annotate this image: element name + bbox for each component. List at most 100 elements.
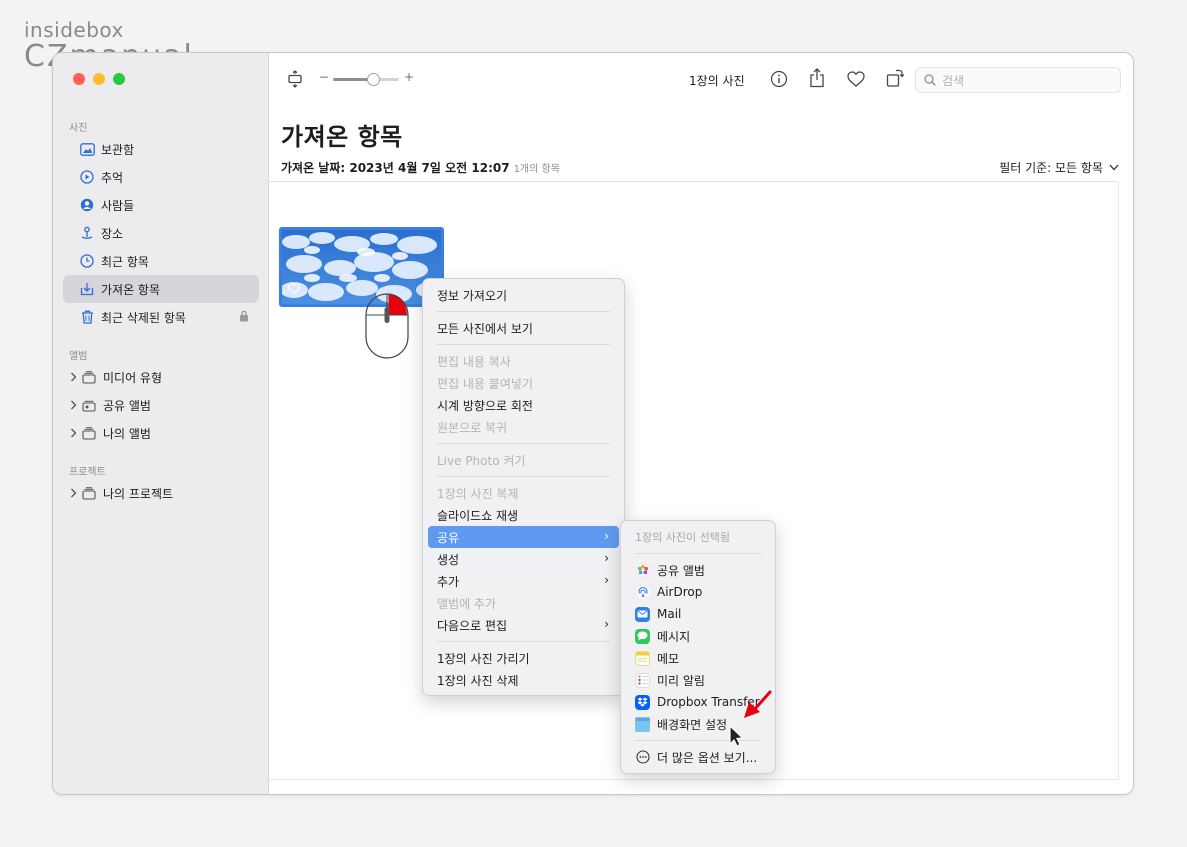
wallpaper-icon [635,716,650,732]
menu-item-rotate-clockwise[interactable]: 시계 방향으로 회전 [428,394,619,416]
share-item-mail[interactable]: Mail [626,603,772,625]
mail-icon [635,606,650,622]
heart-icon[interactable] [846,69,866,89]
mouse-right-click-illustration [313,291,413,367]
menu-item-create[interactable]: 생성 › [428,548,619,570]
menu-separator [635,553,761,554]
more-options-icon [635,750,650,765]
close-button[interactable] [73,73,85,85]
filter-button[interactable]: 필터 기준: 모든 항목 [999,159,1119,176]
sidebar-group-my-projects[interactable]: 나의 프로젝트 [63,479,259,507]
notes-icon [635,650,650,666]
menu-item-edit-with[interactable]: 다음으로 편집 › [428,614,619,636]
menu-item-hide-photo[interactable]: 1장의 사진 가리기 [428,647,619,669]
favorite-heart-icon[interactable] [288,283,300,294]
menu-item-delete-photo[interactable]: 1장의 사진 삭제 [428,669,619,691]
sidebar-item-label: 보관함 [101,142,135,157]
sidebar-item-label: 장소 [101,226,124,241]
submenu-header: 1장의 사진이 선택됨 [626,526,772,548]
menu-separator [437,344,610,345]
chevron-right-icon[interactable] [67,372,79,382]
filter-label: 필터 기준: 모든 항목 [999,161,1103,175]
sidebar-item-label: 나의 앨범 [103,426,151,441]
search-placeholder: 검색 [942,73,965,88]
share-item-messages[interactable]: 메시지 [626,625,772,647]
menu-item-label: 시계 방향으로 회전 [437,398,533,413]
import-date-text: 가져온 날짜: 2023년 4월 7일 오전 12:07 [281,161,510,175]
chevron-right-icon: › [604,573,609,587]
sidebar-item-label: 최근 삭제된 항목 [101,310,186,325]
share-item-label: Mail [657,607,682,621]
recents-icon [79,253,95,269]
menu-item-paste-edits: 편집 내용 붙여넣기 [428,372,619,394]
chevron-right-icon[interactable] [67,428,79,438]
sidebar-item-label: 최근 항목 [101,254,149,269]
sidebar-item-label: 사람들 [101,198,135,213]
chevron-right-icon: › [604,551,609,565]
sidebar-item-library[interactable]: 보관함 [63,135,259,163]
menu-separator [437,641,610,642]
menu-item-label: 추가 [437,574,460,589]
toolbar: − + 1장의 사진 검색 [269,53,1133,105]
item-count: 1개의 항목 [513,164,560,175]
reminders-icon [635,672,650,688]
sidebar-group-shared-albums[interactable]: 공유 앨범 [63,391,259,419]
chevron-right-icon[interactable] [67,400,79,410]
zoom-window-button[interactable] [113,73,125,85]
menu-item-label: 1장의 사진 삭제 [437,673,519,688]
share-icon[interactable] [807,67,827,89]
chevron-right-icon[interactable] [67,488,79,498]
zoom-minus[interactable]: − [319,70,329,84]
menu-item-label: 슬라이드쇼 재생 [437,508,519,523]
minimize-button[interactable] [93,73,105,85]
zoom-slider[interactable] [333,73,399,86]
sidebar-item-recently-deleted[interactable]: 최근 삭제된 항목 [63,303,259,331]
aspect-toggle-icon[interactable] [285,69,305,89]
share-item-shared-album[interactable]: 공유 앨범 [626,559,772,581]
info-icon[interactable] [769,69,789,89]
rotate-icon[interactable] [885,67,905,89]
imports-icon [79,281,95,297]
menu-separator [437,311,610,312]
zoom-plus[interactable]: + [404,70,414,84]
menu-item-label: 1장의 사진 가리기 [437,651,530,666]
sidebar-item-places[interactable]: 장소 [63,219,259,247]
sidebar-item-imports[interactable]: 가져온 항목 [63,275,259,303]
sidebar-item-memories[interactable]: 추억 [63,163,259,191]
sidebar-item-label: 가져온 항목 [101,282,161,297]
sidebar-group-media-types[interactable]: 미디어 유형 [63,363,259,391]
menu-item-add-to-album: 앨범에 추가 [428,592,619,614]
menu-item-add[interactable]: 추가 › [428,570,619,592]
menu-item-get-info[interactable]: 정보 가져오기 [428,284,619,306]
sidebar-group-my-albums[interactable]: 나의 앨범 [63,419,259,447]
shared-album-stack-icon [81,397,97,413]
sidebar-item-label: 추억 [101,170,124,185]
share-item-label: AirDrop [657,585,703,599]
chevron-right-icon: › [604,617,609,631]
header-divider [269,181,1119,182]
zoom-slider-knob[interactable] [366,73,380,86]
import-info-row: 가져온 날짜: 2023년 4월 7일 오전 12:07 1개의 항목 필터 기준… [281,157,1119,177]
menu-item-label: 원본으로 복귀 [437,420,508,435]
share-item-notes[interactable]: 메모 [626,647,772,669]
messages-icon [635,628,650,644]
menu-item-label: 다음으로 편집 [437,618,508,633]
share-item-label: 미리 알림 [657,673,705,688]
dropbox-icon [635,694,650,710]
search-field[interactable]: 검색 [915,67,1121,93]
grid-right-border [1118,181,1119,779]
menu-item-label: 편집 내용 복사 [437,354,511,369]
library-icon [79,141,95,157]
sidebar-item-recents[interactable]: 최근 항목 [63,247,259,275]
chevron-right-icon: › [604,529,609,543]
menu-item-show-in-all-photos[interactable]: 모든 사진에서 보기 [428,317,619,339]
menu-item-share[interactable]: 공유 › [428,526,619,548]
search-icon [924,74,936,86]
page-title: 가져온 항목 [281,123,403,151]
menu-item-slideshow[interactable]: 슬라이드쇼 재생 [428,504,619,526]
share-item-label: 배경화면 설정 [657,717,728,732]
sidebar-item-people[interactable]: 사람들 [63,191,259,219]
menu-item-label: 모든 사진에서 보기 [437,321,533,336]
share-item-airdrop[interactable]: AirDrop [626,581,772,603]
menu-item-label: 편집 내용 붙여넣기 [437,376,533,391]
